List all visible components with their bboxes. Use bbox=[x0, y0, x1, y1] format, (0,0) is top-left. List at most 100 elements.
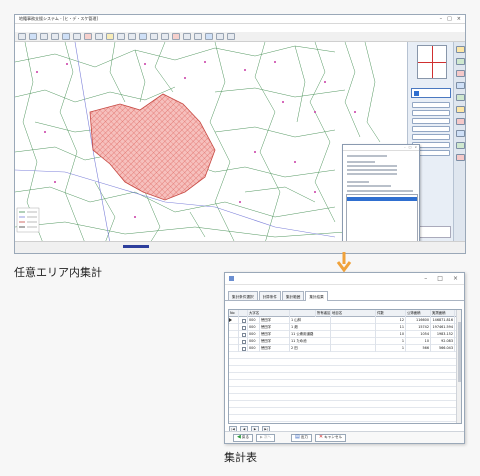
tool-icon[interactable] bbox=[456, 58, 465, 65]
panel-button[interactable] bbox=[412, 102, 450, 108]
col-header-chimoku[interactable]: 地目名 bbox=[331, 310, 376, 317]
output-button[interactable]: ▤ 出力 bbox=[291, 433, 312, 442]
toolbar-button[interactable] bbox=[106, 33, 114, 40]
window-controls[interactable]: – □ × bbox=[440, 16, 465, 22]
row-checkbox[interactable] bbox=[242, 325, 246, 330]
toolbar-button[interactable] bbox=[216, 33, 224, 40]
empty-row bbox=[229, 380, 461, 387]
tool-icon[interactable] bbox=[456, 118, 465, 125]
table-row[interactable]: 000 徳田字 1 畑 11 15742 197461.594 bbox=[229, 324, 461, 331]
toolbar-button[interactable] bbox=[51, 33, 59, 40]
cell-check[interactable] bbox=[239, 317, 248, 324]
selected-list-item[interactable] bbox=[347, 197, 417, 201]
minimize-icon[interactable]: – bbox=[424, 275, 427, 282]
toolbar-button[interactable] bbox=[40, 33, 48, 40]
col-header-check[interactable] bbox=[239, 310, 248, 317]
col-header-oaza[interactable]: 大字名 bbox=[248, 310, 290, 317]
toolbar-button[interactable] bbox=[84, 33, 92, 40]
selected-area-polygon[interactable] bbox=[89, 93, 216, 201]
panel-button[interactable] bbox=[412, 134, 450, 140]
empty-row bbox=[229, 352, 461, 359]
maximize-icon[interactable]: □ bbox=[409, 145, 412, 150]
empty-row bbox=[229, 401, 461, 408]
toolbar-button[interactable] bbox=[172, 33, 180, 40]
toolbar-button[interactable] bbox=[95, 33, 103, 40]
table-row[interactable]: 000 徳田字 2 田 1 566 566.043 bbox=[229, 345, 461, 352]
result-grid[interactable]: No 大字名 所有者区分 地目名 件数 公簿面積 実測面積 000徳田字1 山林… bbox=[228, 309, 462, 424]
back-button[interactable]: ◀ 戻る bbox=[233, 433, 254, 442]
panel-button[interactable] bbox=[412, 118, 450, 124]
col-header-area-jissoku[interactable]: 実測面積 bbox=[431, 310, 455, 317]
row-checkbox[interactable] bbox=[242, 332, 246, 337]
tool-icon[interactable] bbox=[456, 94, 465, 101]
col-header-area-kobo[interactable]: 公簿面積 bbox=[406, 310, 431, 317]
minimize-icon[interactable]: – bbox=[404, 145, 406, 150]
close-icon[interactable]: × bbox=[457, 16, 461, 22]
cancel-button[interactable]: ✕ キャンセル bbox=[314, 433, 347, 442]
tab-aggregation-range[interactable]: 集計範囲 bbox=[281, 291, 305, 300]
cell-check[interactable] bbox=[239, 324, 248, 331]
cell-check[interactable] bbox=[239, 338, 248, 345]
row-checkbox[interactable] bbox=[242, 318, 246, 323]
col-header-count[interactable]: 件数 bbox=[376, 310, 406, 317]
tab-aggregation-result[interactable]: 集計結果 bbox=[305, 291, 328, 301]
toolbar-button[interactable] bbox=[117, 33, 125, 40]
tool-icon[interactable] bbox=[456, 106, 465, 113]
row-checkbox[interactable] bbox=[242, 339, 246, 344]
table-row[interactable]: 000 徳田字 11 ため池 1 10 92.083 bbox=[229, 338, 461, 345]
overview-map[interactable] bbox=[417, 45, 447, 79]
dialog-text-line bbox=[347, 181, 369, 183]
tool-icon[interactable] bbox=[456, 70, 465, 77]
panel-button[interactable] bbox=[412, 126, 450, 132]
toolbar-button[interactable] bbox=[150, 33, 158, 40]
cell-oaza: 徳田字 bbox=[260, 331, 290, 338]
minimize-icon[interactable]: – bbox=[440, 16, 443, 22]
toolbar-button[interactable] bbox=[205, 33, 213, 40]
app-menubar[interactable] bbox=[15, 24, 465, 32]
toolbar-button[interactable] bbox=[73, 33, 81, 40]
next-button[interactable]: ▶ 次へ bbox=[256, 433, 275, 442]
toolbar-button[interactable] bbox=[183, 33, 191, 40]
toolbar-button[interactable] bbox=[139, 33, 147, 40]
toolbar-button[interactable] bbox=[194, 33, 202, 40]
toolbar-button[interactable] bbox=[161, 33, 169, 40]
tab-condition-select[interactable]: 集計条件選択 bbox=[228, 291, 258, 300]
cell-oaza: 徳田字 bbox=[260, 338, 290, 345]
close-icon[interactable]: × bbox=[414, 145, 417, 150]
toolbar-button[interactable] bbox=[128, 33, 136, 40]
maximize-icon[interactable]: □ bbox=[447, 16, 452, 22]
app-toolbar[interactable] bbox=[15, 32, 465, 42]
table-row[interactable]: 000 徳田字 11 公衆用道路 10 1054 1983.152 bbox=[229, 331, 461, 338]
empty-row bbox=[229, 366, 461, 373]
tool-icon[interactable] bbox=[456, 46, 465, 53]
maximize-icon[interactable]: □ bbox=[437, 275, 443, 282]
scroll-thumb[interactable] bbox=[458, 322, 461, 382]
row-checkbox[interactable] bbox=[242, 346, 246, 351]
dialog-text-line bbox=[347, 165, 397, 167]
dialog-text-line bbox=[347, 155, 387, 157]
close-icon[interactable]: × bbox=[453, 275, 458, 282]
toolbar-button[interactable] bbox=[18, 33, 26, 40]
panel-button[interactable] bbox=[412, 110, 450, 116]
col-header-blank[interactable] bbox=[290, 310, 316, 317]
tool-icon[interactable] bbox=[456, 142, 465, 149]
tab-calc-condition[interactable]: 計算条件 bbox=[258, 291, 281, 300]
tool-icon[interactable] bbox=[456, 154, 465, 161]
toolbar-button[interactable] bbox=[227, 33, 235, 40]
toolbar-button[interactable] bbox=[29, 33, 37, 40]
toolbar-button[interactable] bbox=[62, 33, 70, 40]
col-header-no[interactable]: No bbox=[229, 310, 239, 317]
tool-icon[interactable] bbox=[456, 130, 465, 137]
vertical-scrollbar[interactable] bbox=[456, 310, 461, 423]
window-controls[interactable]: – □ × bbox=[424, 275, 464, 282]
empty-row bbox=[229, 415, 461, 422]
layer-indicator[interactable] bbox=[411, 88, 451, 98]
cell-area-jissoku: 92.083 bbox=[431, 338, 455, 345]
tool-icon[interactable] bbox=[456, 82, 465, 89]
table-row[interactable]: 000 徳田字 1 山林 12 116600 146871.816 bbox=[229, 317, 461, 324]
cell-check[interactable] bbox=[239, 331, 248, 338]
cell-check[interactable] bbox=[239, 345, 248, 352]
cell-area-kobo: 116600 bbox=[406, 317, 431, 324]
col-header-owner[interactable]: 所有者区分 bbox=[316, 310, 331, 317]
cell-category: 11 ため池 bbox=[290, 338, 331, 345]
